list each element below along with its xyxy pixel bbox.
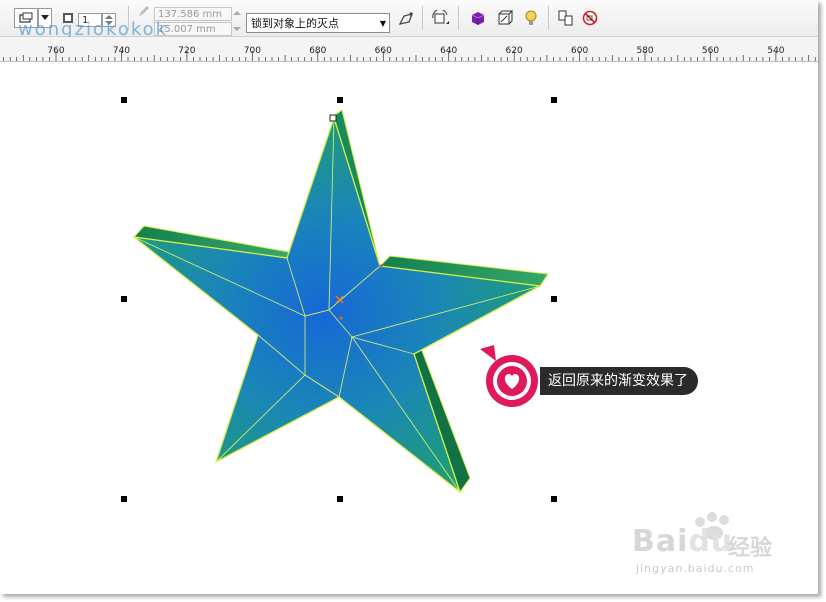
light-bulb-icon	[525, 10, 537, 25]
chevron-down-icon: ▼	[379, 19, 386, 28]
stepper-arrows-icon	[233, 10, 241, 31]
ruler-label: 700	[243, 46, 261, 56]
vanishing-point-select[interactable]: 锁到对象上的灭点 ▼	[246, 13, 390, 33]
ruler-label: 740	[112, 46, 131, 56]
ruler-label: 760	[47, 46, 65, 56]
bevel-button[interactable]	[494, 8, 516, 28]
size-stepper[interactable]	[232, 7, 242, 36]
node-handle[interactable]	[329, 114, 337, 122]
separator	[548, 6, 549, 30]
rotate-extrude-button[interactable]	[430, 8, 452, 28]
extrude-color-button[interactable]	[466, 8, 490, 28]
ruler-label: 720	[178, 46, 196, 56]
ruler-label: 560	[701, 46, 720, 56]
extrude-tool-icon	[398, 12, 414, 25]
app-window: 1 137.586 mm 15.007 mm 锁到对象上的灭点 ▼ wongzi…	[0, 0, 818, 594]
separator	[422, 6, 423, 30]
baidu-jingyan-text: 经验	[728, 536, 773, 561]
vanishing-point-select-value: 锁到对象上的灭点	[251, 17, 339, 30]
ruler-label: 680	[309, 46, 327, 56]
ruler-label: 640	[440, 46, 458, 56]
clear-extrude-button[interactable]	[580, 8, 600, 28]
lighting-button[interactable]	[520, 8, 542, 28]
copy-extrude-button[interactable]	[556, 8, 576, 28]
pencil-icon	[136, 4, 152, 18]
ruler-label: 600	[571, 46, 589, 56]
copy-properties-icon	[558, 10, 573, 26]
separator	[458, 6, 459, 30]
star-shape[interactable]	[131, 115, 543, 494]
ruler-label: 580	[636, 46, 654, 56]
bevel-cube-icon	[498, 10, 513, 25]
rotate-cube-icon	[432, 10, 449, 24]
vanishing-point-copy-button[interactable]	[396, 8, 416, 28]
annotation-callout: 返回原来的渐变效果了	[472, 343, 732, 413]
baidu-watermark: Baidu 经验 jingyan.baidu.com	[632, 512, 792, 582]
ruler-label: 620	[505, 46, 523, 56]
ruler-label: 540	[767, 46, 785, 56]
purple-cube-icon	[471, 12, 485, 25]
baidu-url: jingyan.baidu.com	[636, 562, 755, 575]
callout-text: 返回原来的渐变效果了	[540, 367, 698, 395]
ruler-label: 660	[374, 46, 392, 56]
clear-icon	[582, 10, 598, 26]
property-bar: 1 137.586 mm 15.007 mm 锁到对象上的灭点 ▼ wongzi…	[0, 0, 818, 40]
horizontal-ruler[interactable]: 760 740 720 700 680 660 640 620 600 580 560 540	[0, 37, 818, 62]
baidu-logo-text: Baidu	[632, 524, 734, 559]
